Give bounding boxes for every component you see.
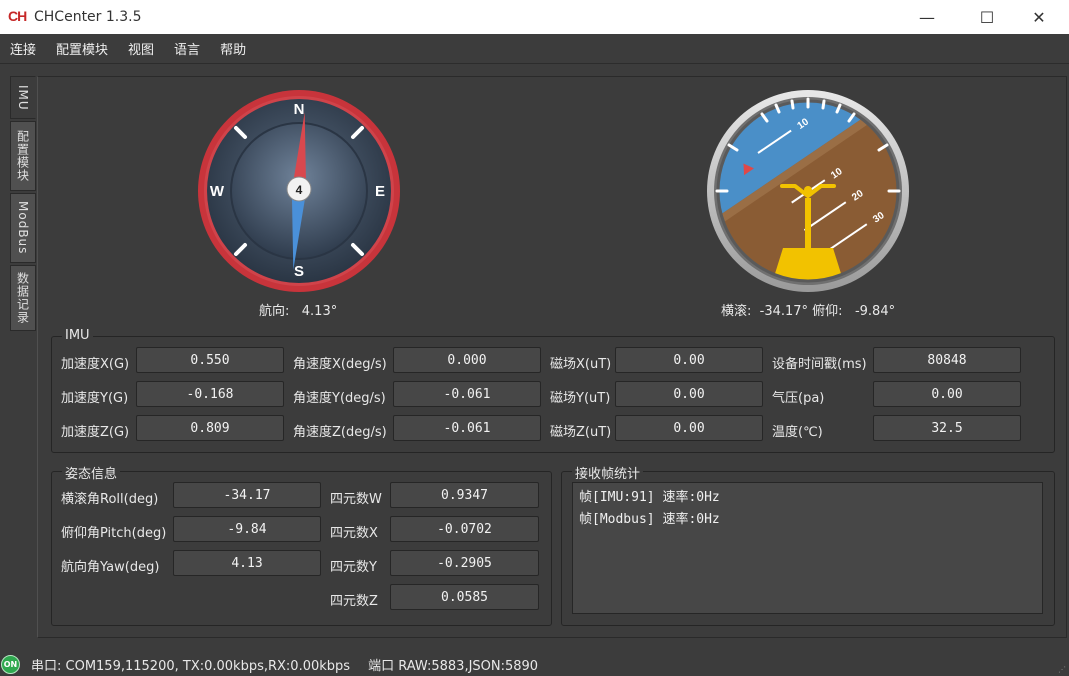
compass-s-label: S <box>294 263 304 280</box>
accel-y-field[interactable]: -0.168 <box>136 381 284 407</box>
attitude-caption: 横滚: -34.17° 俯仰: -9.84° <box>721 304 896 319</box>
temperature-label: 温度(℃) <box>772 425 823 440</box>
gyro-z-label: 角速度Z(deg/s) <box>293 425 387 440</box>
minimize-button[interactable]: — <box>897 0 957 34</box>
menu-help[interactable]: 帮助 <box>214 39 252 58</box>
gyro-x-label: 角速度X(deg/s) <box>293 357 387 372</box>
status-bar: ON 串口: COM159,115200, TX:0.00kbps,RX:0.0… <box>0 652 1069 676</box>
quat-y-label: 四元数Y <box>330 560 377 575</box>
compass-w-label: W <box>210 183 225 200</box>
quat-y-field[interactable]: -0.2905 <box>390 550 539 576</box>
quat-w-field[interactable]: 0.9347 <box>390 482 539 508</box>
menu-bar: 连接 配置模块 视图 语言 帮助 <box>0 34 1069 64</box>
serial-status: 串口: COM159,115200, TX:0.00kbps,RX:0.00kb… <box>31 658 351 674</box>
accel-y-label: 加速度Y(G) <box>61 391 129 406</box>
mag-y-field[interactable]: 0.00 <box>615 381 763 407</box>
imu-group-title: IMU <box>62 328 93 343</box>
gyro-x-field[interactable]: 0.000 <box>393 347 541 373</box>
yaw-label: 航向角Yaw(deg) <box>61 560 160 575</box>
frame-stats-line-modbus: 帧[Modbus] 速率:0Hz <box>579 512 720 527</box>
roll-field[interactable]: -34.17 <box>173 482 321 508</box>
app-logo-icon: CH <box>8 8 27 24</box>
accel-x-label: 加速度X(G) <box>61 357 130 372</box>
menu-language[interactable]: 语言 <box>168 39 206 58</box>
menu-view[interactable]: 视图 <box>122 39 160 58</box>
quat-x-label: 四元数X <box>330 526 378 541</box>
mag-z-field[interactable]: 0.00 <box>615 415 763 441</box>
tab-modbus[interactable]: ModBus <box>10 193 36 263</box>
window-title: CHCenter 1.3.5 <box>34 9 142 25</box>
yaw-field[interactable]: 4.13 <box>173 550 321 576</box>
gyro-z-field[interactable]: -0.061 <box>393 415 541 441</box>
pitch-label: 俯仰角Pitch(deg) <box>61 526 167 541</box>
accel-x-field[interactable]: 0.550 <box>136 347 284 373</box>
tab-data-record-label: 数据记录 <box>15 272 30 324</box>
tab-modbus-label: ModBus <box>16 201 30 255</box>
frame-stats-group-title: 接收帧统计 <box>572 463 644 482</box>
connection-status-icon: ON <box>1 654 20 674</box>
tab-config-module[interactable]: 配置模块 <box>10 121 36 191</box>
pressure-field[interactable]: 0.00 <box>873 381 1021 407</box>
pressure-label: 气压(pa) <box>772 391 825 406</box>
title-bar: CH CHCenter 1.3.5 — ☐ ✕ <box>0 0 1069 34</box>
quat-x-field[interactable]: -0.0702 <box>390 516 539 542</box>
quat-z-field[interactable]: 0.0585 <box>390 584 539 610</box>
attitude-indicator: 10 20 30 10 20 30 <box>707 90 909 292</box>
tab-imu-label: IMU <box>16 84 30 111</box>
timestamp-label: 设备时间戳(ms) <box>772 357 867 372</box>
quat-w-label: 四元数W <box>330 492 382 507</box>
attitude-info-group-title: 姿态信息 <box>62 463 121 482</box>
mag-x-field[interactable]: 0.00 <box>615 347 763 373</box>
side-tab-bar: IMU 配置模块 ModBus 数据记录 <box>10 76 37 333</box>
close-button[interactable]: ✕ <box>1009 0 1069 34</box>
maximize-button[interactable]: ☐ <box>957 0 1017 34</box>
gyro-y-label: 角速度Y(deg/s) <box>293 391 386 406</box>
menu-connect[interactable]: 连接 <box>4 39 42 58</box>
pitch-field[interactable]: -9.84 <box>173 516 321 542</box>
mag-y-label: 磁场Y(uT) <box>550 391 611 406</box>
roll-label: 横滚角Roll(deg) <box>61 492 159 507</box>
frame-stats-line-imu: 帧[IMU:91] 速率:0Hz <box>579 490 720 505</box>
compass-n-label: N <box>294 101 305 118</box>
menu-config-module[interactable]: 配置模块 <box>50 39 114 58</box>
heading-caption: 航向: 4.13° <box>259 304 338 319</box>
compass-gauge: N S E W 4 <box>198 90 400 292</box>
compass-e-label: E <box>375 183 385 200</box>
resize-grip-icon[interactable]: ⋰ <box>1058 665 1066 674</box>
compass-center-label: 4 <box>296 183 303 197</box>
port-status: 端口 RAW:5883,JSON:5890 <box>368 658 539 674</box>
tab-config-module-label: 配置模块 <box>15 130 30 182</box>
mag-x-label: 磁场X(uT) <box>550 357 612 372</box>
tab-imu[interactable]: IMU <box>10 76 36 119</box>
gyro-y-field[interactable]: -0.061 <box>393 381 541 407</box>
tab-data-record[interactable]: 数据记录 <box>10 265 36 331</box>
frame-stats-list[interactable]: 帧[IMU:91] 速率:0Hz 帧[Modbus] 速率:0Hz <box>572 482 1043 614</box>
mag-z-label: 磁场Z(uT) <box>550 425 612 440</box>
accel-z-label: 加速度Z(G) <box>61 425 130 440</box>
quat-z-label: 四元数Z <box>330 594 378 609</box>
temperature-field[interactable]: 32.5 <box>873 415 1021 441</box>
timestamp-field[interactable]: 80848 <box>873 347 1021 373</box>
accel-z-field[interactable]: 0.809 <box>136 415 284 441</box>
